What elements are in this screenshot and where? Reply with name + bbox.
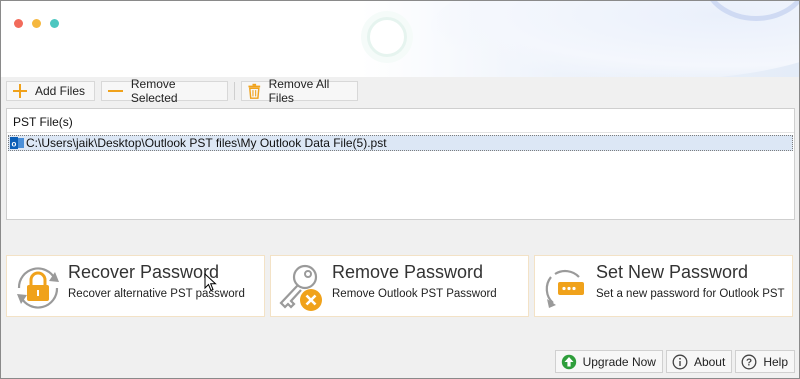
svg-text:o: o [12,140,17,149]
footer-bar: Upgrade Now About ? Help [554,350,795,373]
info-icon [672,354,688,369]
pst-file-list[interactable]: PST File(s) o C:\Users\jaik\Desktop\Outl… [6,108,795,220]
upgrade-now-label: Upgrade Now [582,354,656,369]
banner-decoration-ring [367,17,407,57]
recover-password-card[interactable]: Recover Password Recover alternative PST… [6,255,265,317]
file-row[interactable]: o C:\Users\jaik\Desktop\Outlook PST file… [8,135,793,151]
minus-icon [108,90,123,92]
help-question-icon: ? [741,354,757,369]
close-window-dot[interactable] [14,19,23,28]
remove-password-title: Remove Password [332,262,484,282]
help-button[interactable]: ? Help [735,350,795,373]
recover-password-title: Recover Password [68,262,220,282]
remove-selected-label: Remove Selected [130,77,178,105]
toolbar-divider [234,82,235,100]
set-new-password-card[interactable]: Set New Password Set a new password for … [534,255,793,317]
remove-all-files-label: Remove All Files [268,77,330,105]
add-files-label: Add Files [35,84,86,98]
set-new-password-subtitle: Set a new password for Outlook PST [596,288,785,300]
upgrade-arrow-icon [561,354,576,369]
about-button[interactable]: About [665,350,733,373]
toolbar: Add Files Remove Selected Remove All Fil… [6,77,364,105]
set-password-icon [545,269,584,308]
upgrade-now-button[interactable]: Upgrade Now [554,350,663,373]
remove-key-icon [279,264,322,311]
remove-all-files-button[interactable]: Remove All Files [241,77,358,105]
maximize-window-dot[interactable] [50,19,59,28]
title-banner [1,1,799,77]
mouse-cursor-icon [204,273,217,292]
add-files-button[interactable]: Add Files [6,81,95,101]
plus-icon [13,84,27,98]
help-label: Help [763,354,788,369]
column-header-pst-files[interactable]: PST File(s) [7,109,794,133]
remove-password-subtitle: Remove Outlook PST Password [332,288,497,300]
svg-text:?: ? [746,357,752,368]
recover-password-subtitle: Recover alternative PST password [68,288,245,300]
minimize-window-dot[interactable] [32,19,41,28]
set-new-password-title: Set New Password [596,262,749,282]
recover-lock-icon [17,267,59,309]
trash-icon [248,83,261,99]
remove-selected-button[interactable]: Remove Selected [101,77,228,105]
file-path: C:\Users\jaik\Desktop\Outlook PST files\… [26,136,387,150]
app-window: Add Files Remove Selected Remove All Fil… [0,0,800,379]
remove-password-card[interactable]: Remove Password Remove Outlook PST Passw… [270,255,529,317]
about-label: About [693,354,726,369]
outlook-file-icon: o [10,137,24,149]
